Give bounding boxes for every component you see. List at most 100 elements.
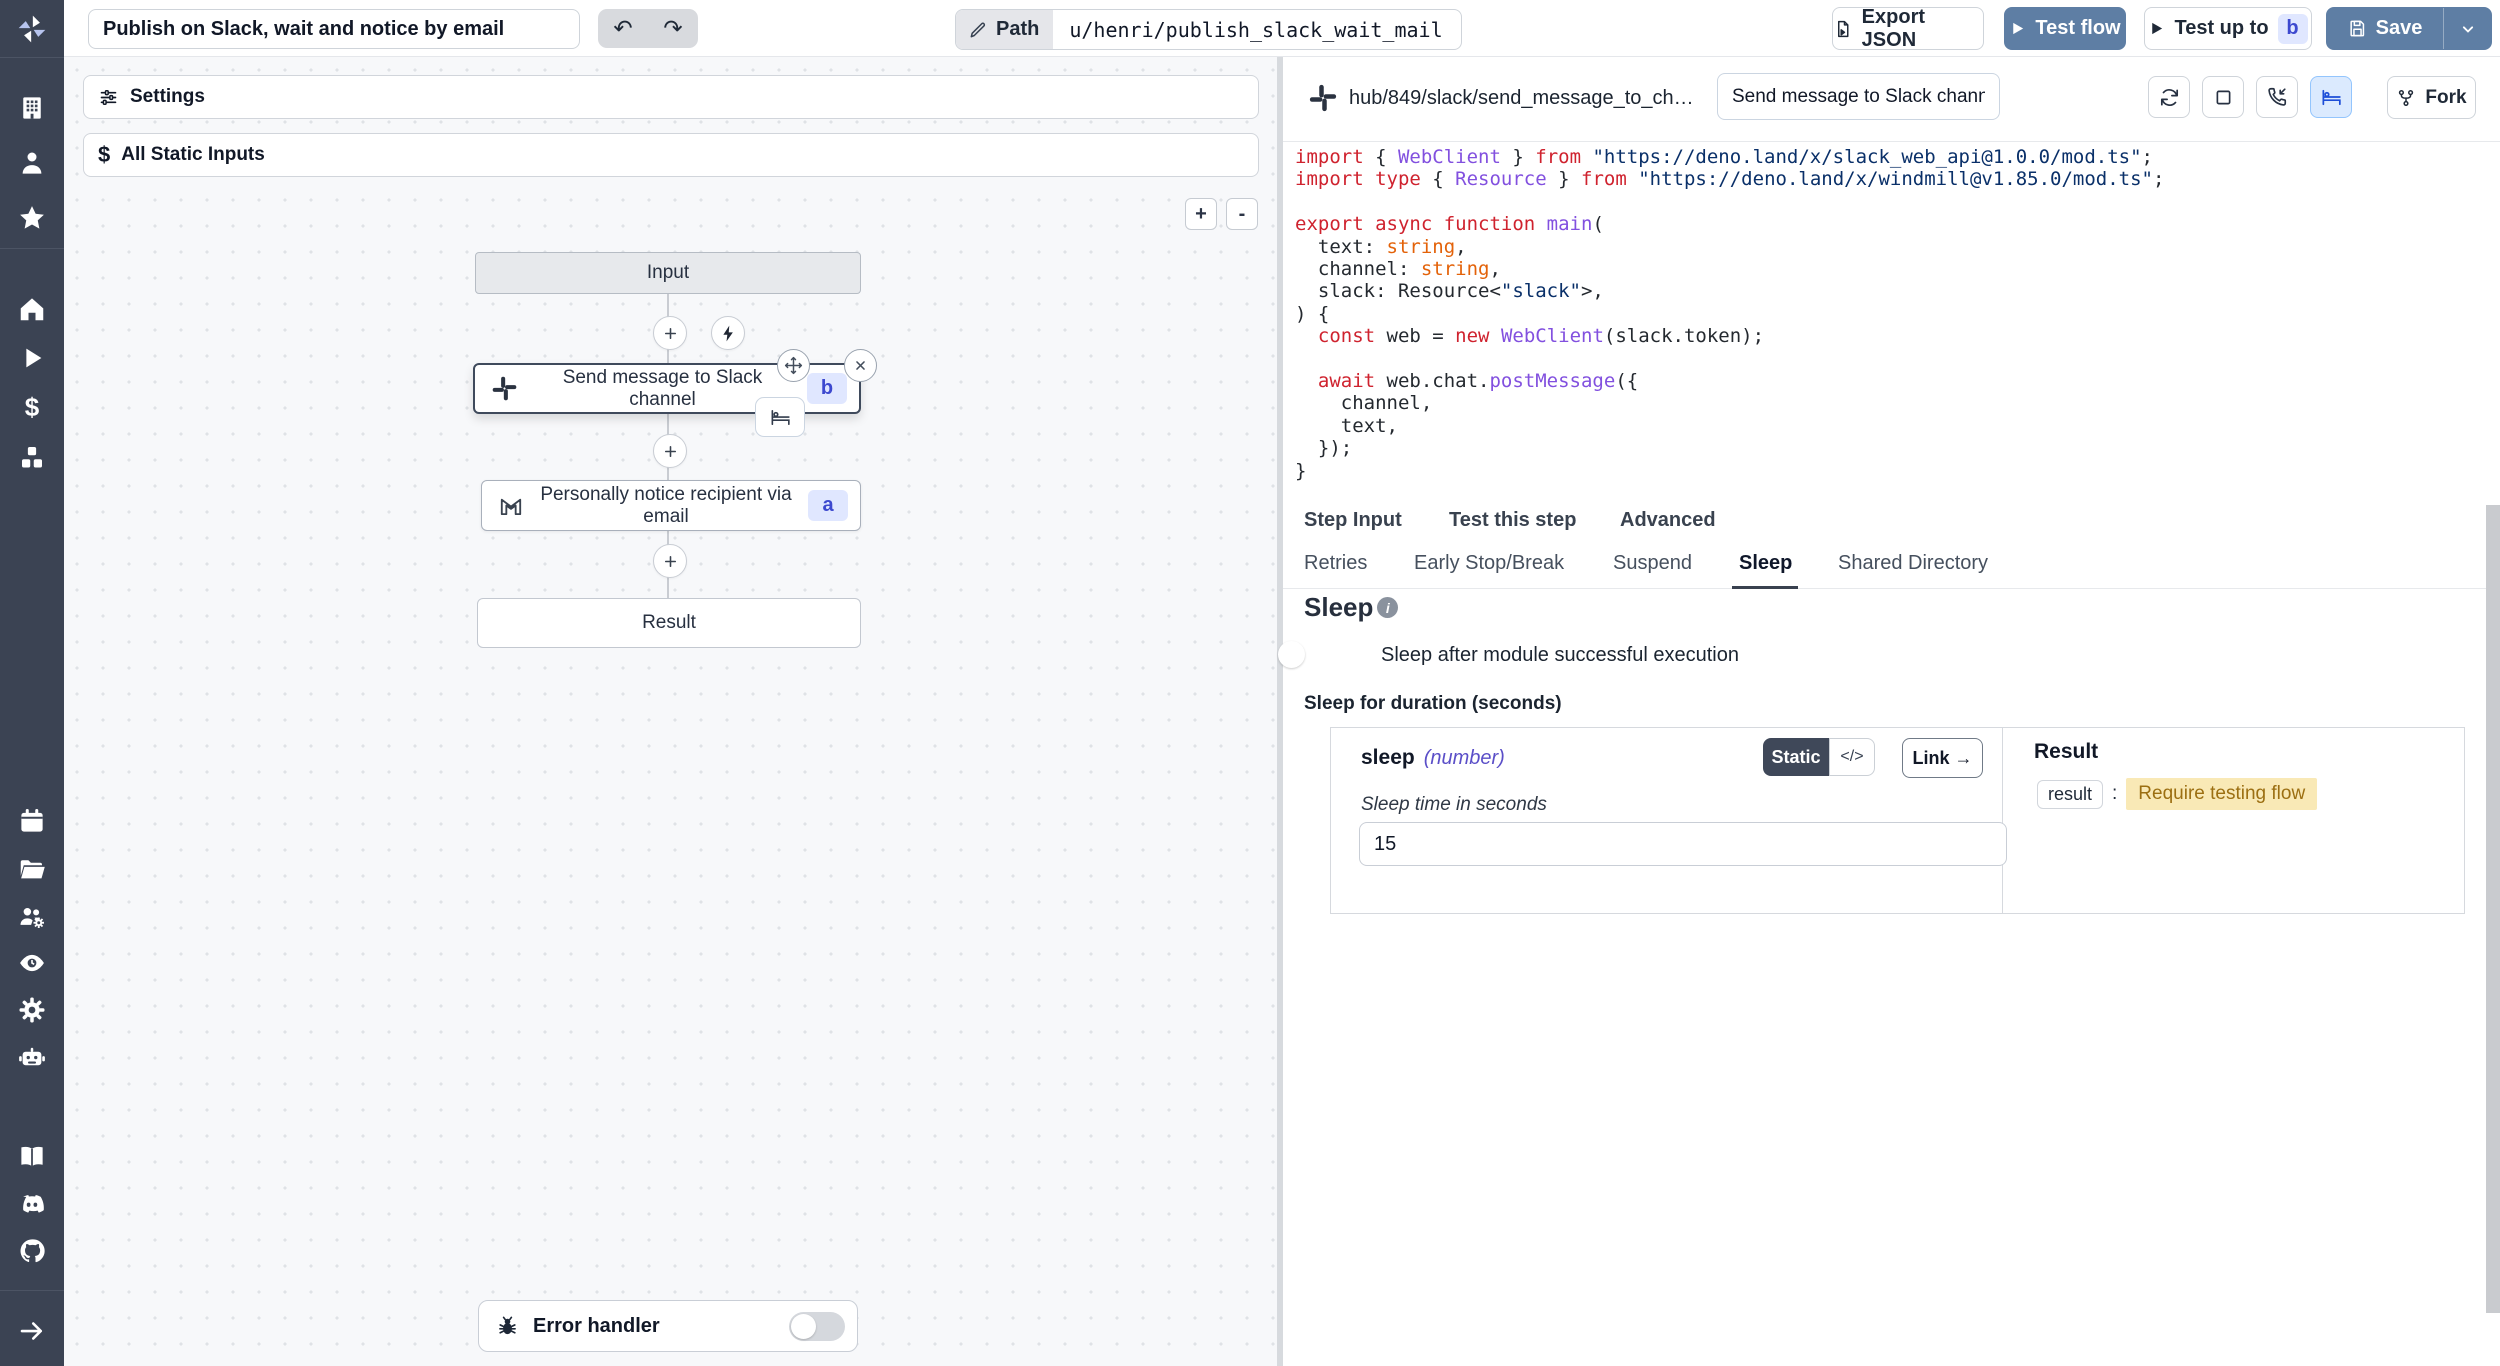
tab-shared-directory[interactable]: Shared Directory bbox=[1838, 552, 1988, 575]
flow-title-text: Publish on Slack, wait and notice by ema… bbox=[103, 18, 504, 41]
flow-static-inputs-row[interactable]: $ All Static Inputs bbox=[83, 133, 1259, 177]
user-group-gear-icon[interactable] bbox=[17, 902, 47, 932]
eye-icon[interactable] bbox=[17, 948, 47, 978]
path-input[interactable]: u/henri/publish_slack_wait_mail bbox=[1053, 18, 1458, 42]
suspend-icon-button[interactable] bbox=[2256, 76, 2298, 118]
insert-step-button[interactable] bbox=[653, 434, 687, 468]
zoom-out-label: - bbox=[1239, 203, 1246, 226]
insert-step-button[interactable] bbox=[653, 316, 687, 350]
phone-incoming-icon bbox=[2266, 86, 2288, 108]
fork-label: Fork bbox=[2425, 87, 2466, 109]
flow-title-input[interactable]: Publish on Slack, wait and notice by ema… bbox=[88, 9, 580, 49]
static-mode-button[interactable]: Static bbox=[1763, 738, 1829, 776]
test-flow-button[interactable]: Test flow bbox=[2004, 7, 2126, 50]
result-key-chip: result bbox=[2037, 780, 2103, 809]
plus-icon bbox=[661, 442, 680, 461]
save-button[interactable]: Save bbox=[2327, 8, 2443, 49]
windmill-logo[interactable] bbox=[15, 12, 49, 46]
step-summary-input[interactable]: Send message to Slack channel bbox=[1717, 73, 2000, 120]
zoom-in-label: + bbox=[1195, 203, 1207, 226]
path-label: Path bbox=[996, 18, 1039, 41]
star-icon[interactable] bbox=[17, 203, 47, 233]
slack-icon bbox=[491, 375, 518, 402]
discord-icon[interactable] bbox=[17, 1189, 47, 1219]
hub-script-path[interactable]: hub/849/slack/send_message_to_ch… bbox=[1349, 87, 1694, 110]
user-icon[interactable] bbox=[17, 148, 47, 178]
play-icon bbox=[2009, 20, 2026, 37]
arrow-right-icon[interactable] bbox=[17, 1316, 47, 1346]
book-icon[interactable] bbox=[17, 1141, 47, 1171]
export-json-button[interactable]: Export JSON bbox=[1832, 7, 1984, 50]
tab-step-input[interactable]: Step Input bbox=[1304, 509, 1402, 532]
error-handler-row[interactable]: Error handler bbox=[478, 1300, 858, 1352]
tab-suspend[interactable]: Suspend bbox=[1613, 552, 1692, 575]
vertical-scrollbar[interactable] bbox=[2486, 505, 2500, 1313]
sleep-duration-label: Sleep for duration (seconds) bbox=[1304, 693, 1562, 715]
move-step-handle[interactable] bbox=[777, 349, 810, 382]
bug-icon bbox=[495, 1314, 520, 1339]
fork-button[interactable]: Fork bbox=[2387, 76, 2476, 119]
info-icon[interactable]: i bbox=[1377, 597, 1398, 618]
gmail-icon bbox=[498, 493, 524, 519]
calendar-icon[interactable] bbox=[17, 806, 47, 836]
path-value: u/henri/publish_slack_wait_mail bbox=[1069, 18, 1442, 42]
windmill-flow-editor: $ bbox=[0, 0, 2500, 1366]
chevron-down-icon bbox=[2458, 19, 2478, 39]
flow-node-input[interactable]: Input bbox=[475, 252, 861, 294]
tab-retries[interactable]: Retries bbox=[1304, 552, 1367, 575]
link-button[interactable]: Link → bbox=[1902, 738, 1983, 778]
insert-trigger-button[interactable] bbox=[711, 316, 745, 350]
folder-icon[interactable] bbox=[17, 854, 47, 884]
path-edit-button[interactable]: Path bbox=[956, 10, 1053, 49]
slack-icon bbox=[1308, 83, 1338, 113]
pencil-icon bbox=[968, 20, 988, 40]
zoom-out-button[interactable]: - bbox=[1226, 198, 1258, 230]
save-split-button: Save bbox=[2326, 7, 2492, 50]
sidebar-divider bbox=[0, 57, 64, 58]
sleep-indicator-chip[interactable] bbox=[755, 397, 805, 437]
delete-step-button[interactable] bbox=[844, 349, 877, 382]
flow-static-inputs-label: All Static Inputs bbox=[121, 144, 265, 166]
retries-icon-button[interactable] bbox=[2148, 76, 2190, 118]
tab-advanced[interactable]: Advanced bbox=[1620, 509, 1716, 532]
error-handler-toggle[interactable] bbox=[789, 1312, 845, 1341]
undo-icon[interactable]: ↶ bbox=[613, 15, 632, 42]
sidebar-divider bbox=[0, 248, 64, 249]
code-editor[interactable]: import { WebClient } from "https://deno.… bbox=[1295, 146, 2164, 482]
flow-canvas: Settings $ All Static Inputs + - Input S… bbox=[64, 57, 1277, 1366]
tab-early-stop-break[interactable]: Early Stop/Break bbox=[1414, 552, 1564, 575]
building-icon[interactable] bbox=[17, 93, 47, 123]
save-dropdown-button[interactable] bbox=[2444, 8, 2491, 49]
sleep-seconds-input[interactable]: 15 bbox=[1359, 822, 2007, 866]
sleep-toggle-label: Sleep after module successful execution bbox=[1381, 644, 1739, 667]
test-up-to-label: Test up to bbox=[2174, 17, 2268, 40]
code-mode-button[interactable]: </> bbox=[1829, 738, 1875, 776]
refresh-icon bbox=[2158, 86, 2181, 109]
sliders-icon bbox=[98, 87, 119, 108]
flow-node-email-step[interactable]: Personally notice recipient via email a bbox=[481, 480, 861, 531]
sleep-icon-button[interactable] bbox=[2310, 76, 2352, 118]
test-up-to-button[interactable]: Test up to b bbox=[2144, 7, 2312, 50]
redo-icon[interactable]: ↷ bbox=[663, 15, 682, 42]
robot-icon[interactable] bbox=[17, 1042, 47, 1072]
plus-icon bbox=[661, 552, 680, 571]
flow-settings-row[interactable]: Settings bbox=[83, 75, 1259, 119]
flow-node-result[interactable]: Result bbox=[477, 598, 861, 648]
tab-test-this-step[interactable]: Test this step bbox=[1449, 509, 1576, 532]
sleep-input-description: Sleep time in seconds bbox=[1361, 794, 1547, 816]
tab-sleep[interactable]: Sleep bbox=[1739, 552, 1792, 575]
insert-step-button[interactable] bbox=[653, 544, 687, 578]
gear-icon[interactable] bbox=[17, 995, 47, 1025]
plus-icon bbox=[661, 324, 680, 343]
step-id-badge: b bbox=[2278, 14, 2308, 44]
active-tab-underline bbox=[1732, 586, 1798, 589]
play-icon[interactable] bbox=[17, 343, 47, 373]
cubes-icon[interactable] bbox=[17, 443, 47, 473]
home-icon[interactable] bbox=[17, 294, 47, 324]
property-name: sleep bbox=[1361, 746, 1415, 770]
early-stop-icon-button[interactable] bbox=[2202, 76, 2244, 118]
dollar-icon[interactable]: $ bbox=[17, 392, 47, 422]
zoom-in-button[interactable]: + bbox=[1185, 198, 1217, 230]
github-icon[interactable] bbox=[17, 1236, 47, 1266]
result-title: Result bbox=[2034, 740, 2098, 764]
